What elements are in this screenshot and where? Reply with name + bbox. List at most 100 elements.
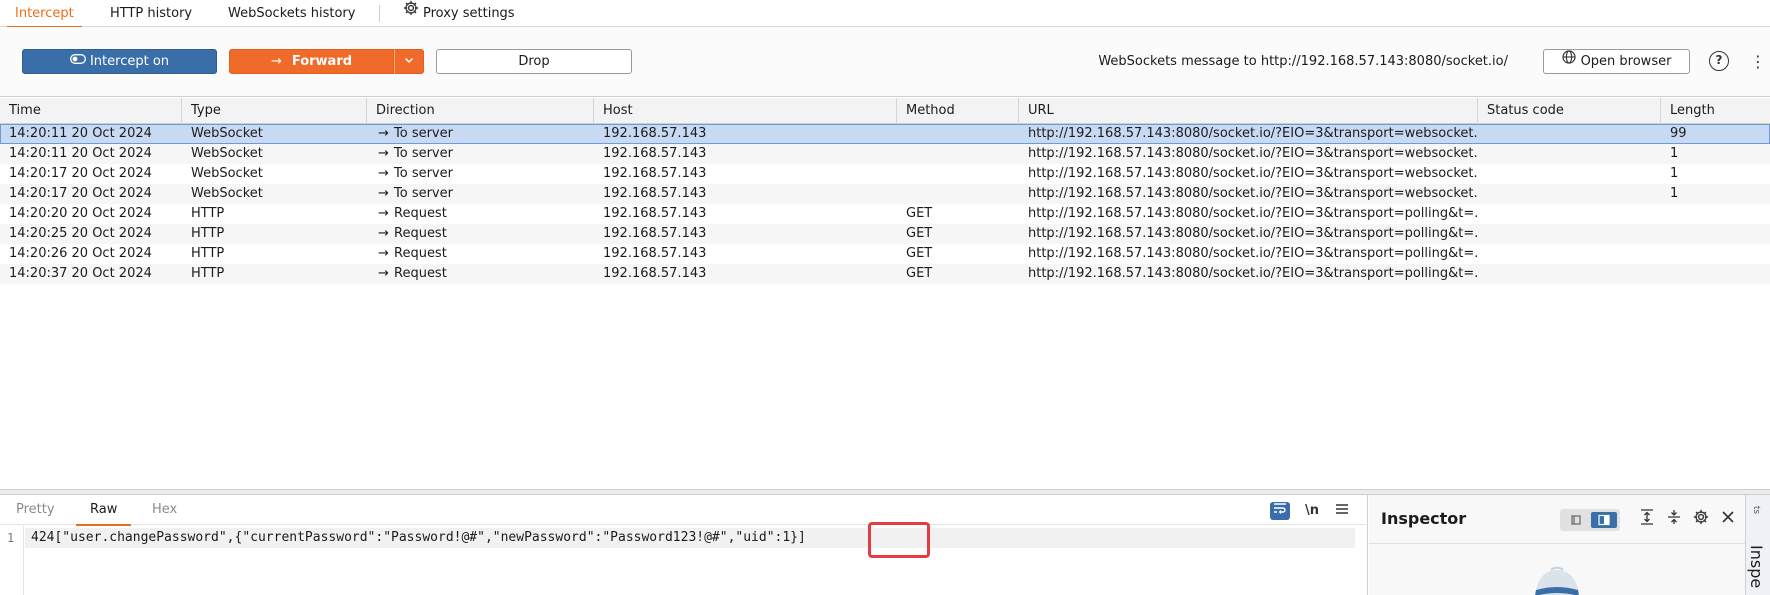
cell-url: http://192.168.57.143:8080/socket.io/?EI… bbox=[1028, 146, 1478, 161]
cell-direction: → Request bbox=[367, 244, 594, 264]
cell-url: http://192.168.57.143:8080/socket.io/?EI… bbox=[1028, 246, 1478, 261]
cell-status-code bbox=[1478, 264, 1661, 284]
wrap-lines-icon[interactable] bbox=[1270, 502, 1290, 520]
tab-pretty[interactable]: Pretty bbox=[16, 495, 55, 525]
table-row[interactable]: 14:20:20 20 Oct 2024 HTTP → Request 192.168.… bbox=[0, 204, 1770, 224]
cell-type: WebSocket bbox=[191, 126, 263, 141]
cell-url: http://192.168.57.143:8080/socket.io/?EI… bbox=[1028, 126, 1478, 141]
direction-label: Request bbox=[394, 266, 447, 281]
cell-status-code bbox=[1478, 124, 1661, 144]
cell-host: 192.168.57.143 bbox=[603, 126, 707, 141]
direction-label: To server bbox=[394, 186, 453, 201]
table-row[interactable]: 14:20:17 20 Oct 2024 WebSocket → To server 1… bbox=[0, 164, 1770, 184]
code-line[interactable]: 424["user.changePassword",{"currentPassw… bbox=[25, 528, 1355, 548]
kebab-menu-icon[interactable]: ⋮ bbox=[1750, 49, 1766, 74]
chevron-down-icon bbox=[404, 54, 414, 69]
drop-button[interactable]: Drop bbox=[436, 49, 632, 74]
intercept-toolbar: Intercept on → Forward Drop WebSockets me… bbox=[0, 27, 1770, 97]
cell-time: 14:20:17 20 Oct 2024 bbox=[9, 186, 152, 201]
help-icon[interactable]: ? bbox=[1709, 51, 1729, 71]
cell-direction: → To server bbox=[367, 124, 594, 144]
tab-hex[interactable]: Hex bbox=[152, 495, 177, 525]
forward-arrow-icon: → bbox=[270, 54, 282, 69]
table-row[interactable]: 14:20:11 20 Oct 2024 WebSocket → To server 1… bbox=[0, 144, 1770, 164]
column-header-method[interactable]: Method bbox=[897, 98, 1019, 124]
column-header-time[interactable]: Time bbox=[0, 98, 182, 124]
message-body-text[interactable]: 424["user.changePassword",{"currentPassw… bbox=[31, 529, 806, 547]
cell-type: WebSocket bbox=[191, 146, 263, 161]
column-header-length[interactable]: Length bbox=[1661, 98, 1770, 124]
tab-intercept[interactable]: Intercept bbox=[7, 0, 82, 28]
settings-gear-icon bbox=[403, 0, 419, 26]
cell-method: GET bbox=[906, 206, 933, 221]
table-header: Time Type Direction Host Method URL Stat… bbox=[0, 98, 1770, 124]
cell-host: 192.168.57.143 bbox=[603, 246, 707, 261]
table-row[interactable]: 14:20:11 20 Oct 2024 WebSocket → To server 1… bbox=[0, 124, 1770, 144]
cell-url: http://192.168.57.143:8080/socket.io/?EI… bbox=[1028, 166, 1478, 181]
collapse-icon[interactable] bbox=[1664, 509, 1684, 531]
inspector-title: Inspector bbox=[1381, 509, 1467, 528]
forward-button[interactable]: → Forward bbox=[229, 49, 394, 74]
cell-length: 1 bbox=[1670, 166, 1679, 181]
direction-arrow-icon: → bbox=[378, 246, 389, 261]
editor-tab-bar: Pretty Raw Hex \n bbox=[0, 495, 1368, 526]
column-header-host[interactable]: Host bbox=[594, 98, 897, 124]
cell-length: 99 bbox=[1670, 126, 1687, 141]
forward-label: Forward bbox=[291, 54, 353, 69]
side-rail-label: Inspe bbox=[1747, 545, 1766, 589]
direction-label: To server bbox=[394, 146, 453, 161]
hamburger-menu-icon[interactable] bbox=[1332, 502, 1352, 520]
cell-direction: → Request bbox=[367, 204, 594, 224]
tab-raw[interactable]: Raw bbox=[75, 495, 132, 526]
layout-list-icon[interactable] bbox=[1563, 512, 1589, 528]
toggle-icon bbox=[70, 49, 86, 72]
websocket-destination-text: WebSockets message to http://192.168.57.… bbox=[1098, 54, 1508, 69]
annotation-highlight-box bbox=[868, 522, 930, 558]
cell-direction: → To server bbox=[367, 144, 594, 164]
direction-arrow-icon: → bbox=[378, 206, 389, 221]
layout-toggle[interactable] bbox=[1560, 509, 1620, 531]
layout-panel-icon[interactable] bbox=[1591, 512, 1617, 528]
forward-options-button[interactable] bbox=[394, 49, 424, 74]
cell-length: 1 bbox=[1670, 146, 1679, 161]
cell-method bbox=[897, 184, 1019, 204]
cell-url: http://192.168.57.143:8080/socket.io/?EI… bbox=[1028, 186, 1478, 201]
intercept-label: Intercept on bbox=[89, 54, 170, 69]
cell-type: HTTP bbox=[191, 206, 225, 221]
table-row[interactable]: 14:20:25 20 Oct 2024 HTTP → Request 192.168.… bbox=[0, 224, 1770, 244]
cell-direction: → To server bbox=[367, 184, 594, 204]
cell-direction: → To server bbox=[367, 164, 594, 184]
close-icon[interactable] bbox=[1718, 509, 1738, 531]
cell-time: 14:20:17 20 Oct 2024 bbox=[9, 166, 152, 181]
tab-websockets-history[interactable]: WebSockets history bbox=[228, 0, 355, 27]
open-browser-button[interactable]: Open browser bbox=[1543, 49, 1690, 74]
column-header-direction[interactable]: Direction bbox=[367, 98, 594, 124]
tab-http-history[interactable]: HTTP history bbox=[110, 0, 192, 27]
table-row[interactable]: 14:20:17 20 Oct 2024 WebSocket → To server 1… bbox=[0, 184, 1770, 204]
table-row[interactable]: 14:20:26 20 Oct 2024 HTTP → Request 192.168.… bbox=[0, 244, 1770, 264]
cell-type: HTTP bbox=[191, 226, 225, 241]
inspector-side-rail[interactable]: ts Inspe bbox=[1745, 495, 1770, 595]
expand-icon[interactable] bbox=[1637, 509, 1657, 531]
intercept-toggle-button[interactable]: Intercept on bbox=[22, 49, 217, 74]
cell-host: 192.168.57.143 bbox=[603, 166, 707, 181]
cell-time: 14:20:11 20 Oct 2024 bbox=[9, 126, 152, 141]
proxy-tab-bar: Intercept HTTP history WebSockets histor… bbox=[0, 0, 1770, 28]
column-header-url[interactable]: URL bbox=[1019, 98, 1478, 124]
gear-icon[interactable] bbox=[1691, 509, 1711, 531]
cell-length bbox=[1661, 204, 1770, 224]
cell-type: WebSocket bbox=[191, 186, 263, 201]
cell-host: 192.168.57.143 bbox=[603, 186, 707, 201]
globe-icon bbox=[1561, 49, 1576, 72]
column-header-status-code[interactable]: Status code bbox=[1478, 98, 1661, 124]
cell-host: 192.168.57.143 bbox=[603, 226, 707, 241]
newline-toggle[interactable]: \n bbox=[1302, 502, 1322, 520]
column-header-type[interactable]: Type bbox=[182, 98, 367, 124]
inspector-divider bbox=[1369, 543, 1745, 544]
cell-status-code bbox=[1478, 144, 1661, 164]
proxy-settings-label: Proxy settings bbox=[423, 6, 515, 21]
cell-length: 1 bbox=[1670, 186, 1679, 201]
proxy-settings-button[interactable]: Proxy settings bbox=[403, 0, 515, 27]
hat-icon bbox=[1517, 558, 1597, 595]
table-row[interactable]: 14:20:37 20 Oct 2024 HTTP → Request 192.168.… bbox=[0, 264, 1770, 284]
